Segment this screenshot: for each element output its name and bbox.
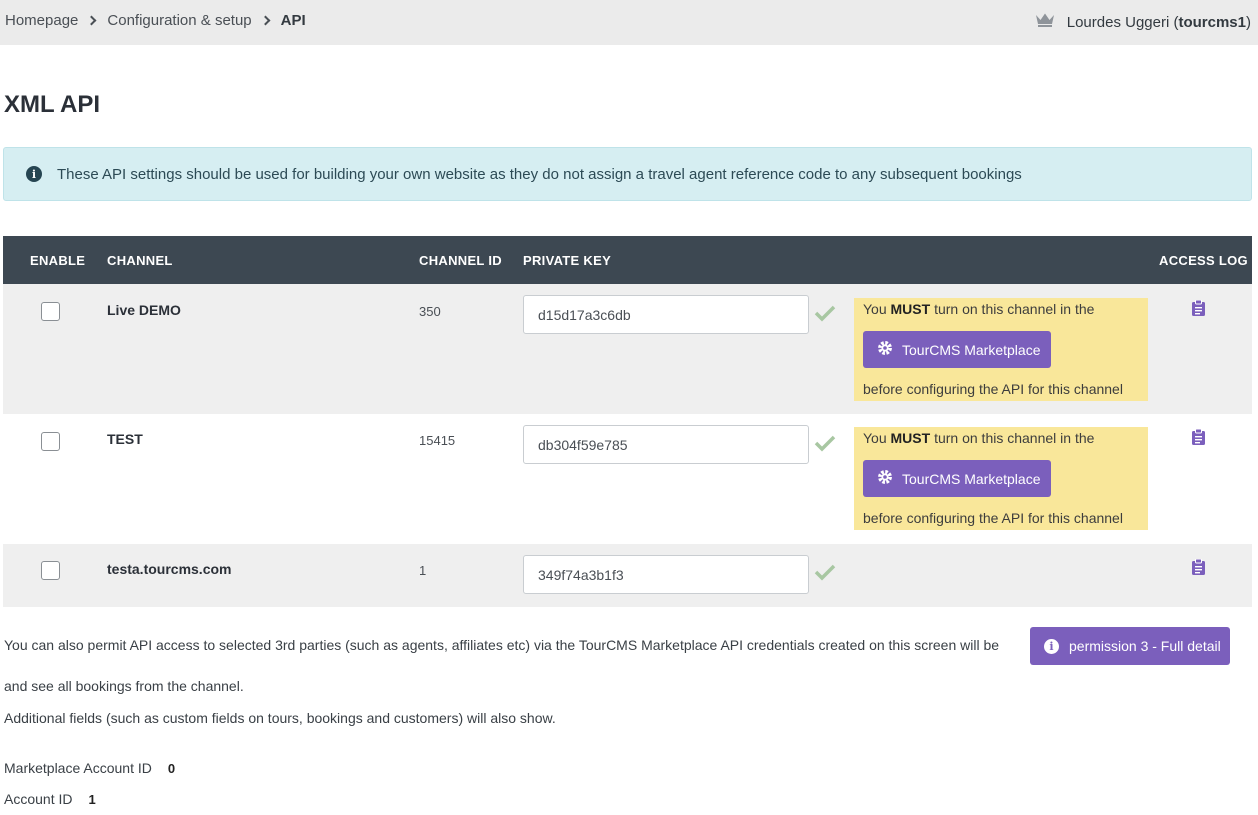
channel-name: testa.tourcms.com	[107, 561, 232, 577]
notice-prefix: You	[863, 301, 891, 317]
header-enable: ENABLE	[30, 253, 86, 268]
chevron-right-icon	[86, 15, 97, 26]
clipboard-icon[interactable]	[1192, 428, 1205, 448]
info-icon: i	[1044, 638, 1059, 654]
tourcms-marketplace-button[interactable]: TourCMS Marketplace	[863, 331, 1051, 368]
user-account: tourcms1	[1178, 13, 1246, 31]
marketplace-account-label: Marketplace Account ID	[4, 760, 152, 776]
channel-name: TEST	[107, 431, 143, 447]
notice-text: You MUST turn on this channel in the	[863, 430, 1094, 446]
gear-icon	[877, 469, 893, 488]
info-alert-text: These API settings should be used for bu…	[57, 165, 1022, 183]
notice-text: You MUST turn on this channel in the	[863, 301, 1094, 317]
info-alert: i These API settings should be used for …	[3, 147, 1252, 201]
crown-icon	[1035, 12, 1055, 32]
gear-icon	[877, 340, 893, 359]
notice-prefix: You	[863, 430, 891, 446]
notice-after: before configuring the API for this chan…	[863, 510, 1123, 526]
chevron-right-icon	[260, 15, 271, 26]
marketplace-button-label: TourCMS Marketplace	[902, 341, 1041, 358]
private-key-input[interactable]	[523, 425, 809, 464]
header-channel-id: CHANNEL ID	[419, 253, 502, 268]
user-menu[interactable]: Lourdes Uggeri (tourcms1)	[1035, 12, 1251, 32]
breadcrumb-configuration[interactable]: Configuration & setup	[107, 12, 251, 29]
account-id: Account ID 1	[4, 791, 96, 807]
marketplace-account-id: Marketplace Account ID 0	[4, 760, 175, 776]
clipboard-icon[interactable]	[1192, 558, 1205, 578]
notice-must: MUST	[890, 430, 931, 446]
check-icon	[813, 303, 837, 326]
permission-button-label: permission 3 - Full detail	[1069, 638, 1221, 654]
channel-id: 350	[419, 304, 441, 319]
private-key-input[interactable]	[523, 295, 809, 334]
account-id-value: 1	[88, 792, 96, 807]
notice-after: before configuring the API for this chan…	[863, 381, 1123, 397]
table-header: ENABLE CHANNEL CHANNEL ID PRIVATE KEY AC…	[3, 236, 1252, 284]
account-id-label: Account ID	[4, 791, 73, 807]
permission-button[interactable]: i permission 3 - Full detail	[1030, 627, 1230, 665]
notice-suffix: turn on this channel in the	[930, 430, 1095, 446]
page-title: XML API	[4, 91, 101, 118]
table-row: Live DEMO 350 You MUST turn on this chan…	[3, 284, 1252, 414]
notice-must: MUST	[890, 301, 931, 317]
marketplace-button-label: TourCMS Marketplace	[902, 470, 1041, 487]
notice-suffix: turn on this channel in the	[930, 301, 1095, 317]
marketplace-notice: You MUST turn on this channel in the Tou…	[854, 427, 1148, 530]
tourcms-marketplace-button[interactable]: TourCMS Marketplace	[863, 460, 1051, 497]
check-icon	[813, 562, 837, 585]
header-channel: CHANNEL	[107, 253, 173, 268]
check-icon	[813, 433, 837, 456]
user-name-close: )	[1246, 13, 1251, 31]
private-key-input[interactable]	[523, 555, 809, 594]
channel-id: 15415	[419, 433, 456, 448]
third-party-paragraph: You can also permit API access to select…	[4, 637, 1000, 653]
bookings-paragraph: and see all bookings from the channel.	[4, 678, 244, 694]
breadcrumb-current: API	[280, 12, 306, 29]
additional-fields-paragraph: Additional fields (such as custom fields…	[4, 710, 556, 726]
table-row: TEST 15415 You MUST turn on this channel…	[3, 414, 1252, 544]
header-private-key: PRIVATE KEY	[523, 253, 612, 268]
header-access-log: ACCESS LOG	[1159, 253, 1248, 268]
marketplace-account-value: 0	[167, 761, 176, 776]
clipboard-icon[interactable]	[1192, 299, 1205, 319]
breadcrumb: Homepage Configuration & setup API	[5, 12, 306, 29]
table-row: testa.tourcms.com 1	[3, 544, 1252, 607]
enable-checkbox[interactable]	[41, 432, 60, 451]
top-bar: Homepage Configuration & setup API Lourd…	[0, 0, 1258, 45]
marketplace-notice: You MUST turn on this channel in the Tou…	[854, 298, 1148, 401]
channel-name: Live DEMO	[107, 302, 181, 318]
user-name: Lourdes Uggeri (	[1066, 13, 1179, 31]
channel-id: 1	[419, 563, 427, 578]
enable-checkbox[interactable]	[41, 561, 60, 580]
info-icon: i	[26, 166, 42, 182]
breadcrumb-homepage[interactable]: Homepage	[5, 12, 78, 29]
enable-checkbox[interactable]	[41, 302, 60, 321]
